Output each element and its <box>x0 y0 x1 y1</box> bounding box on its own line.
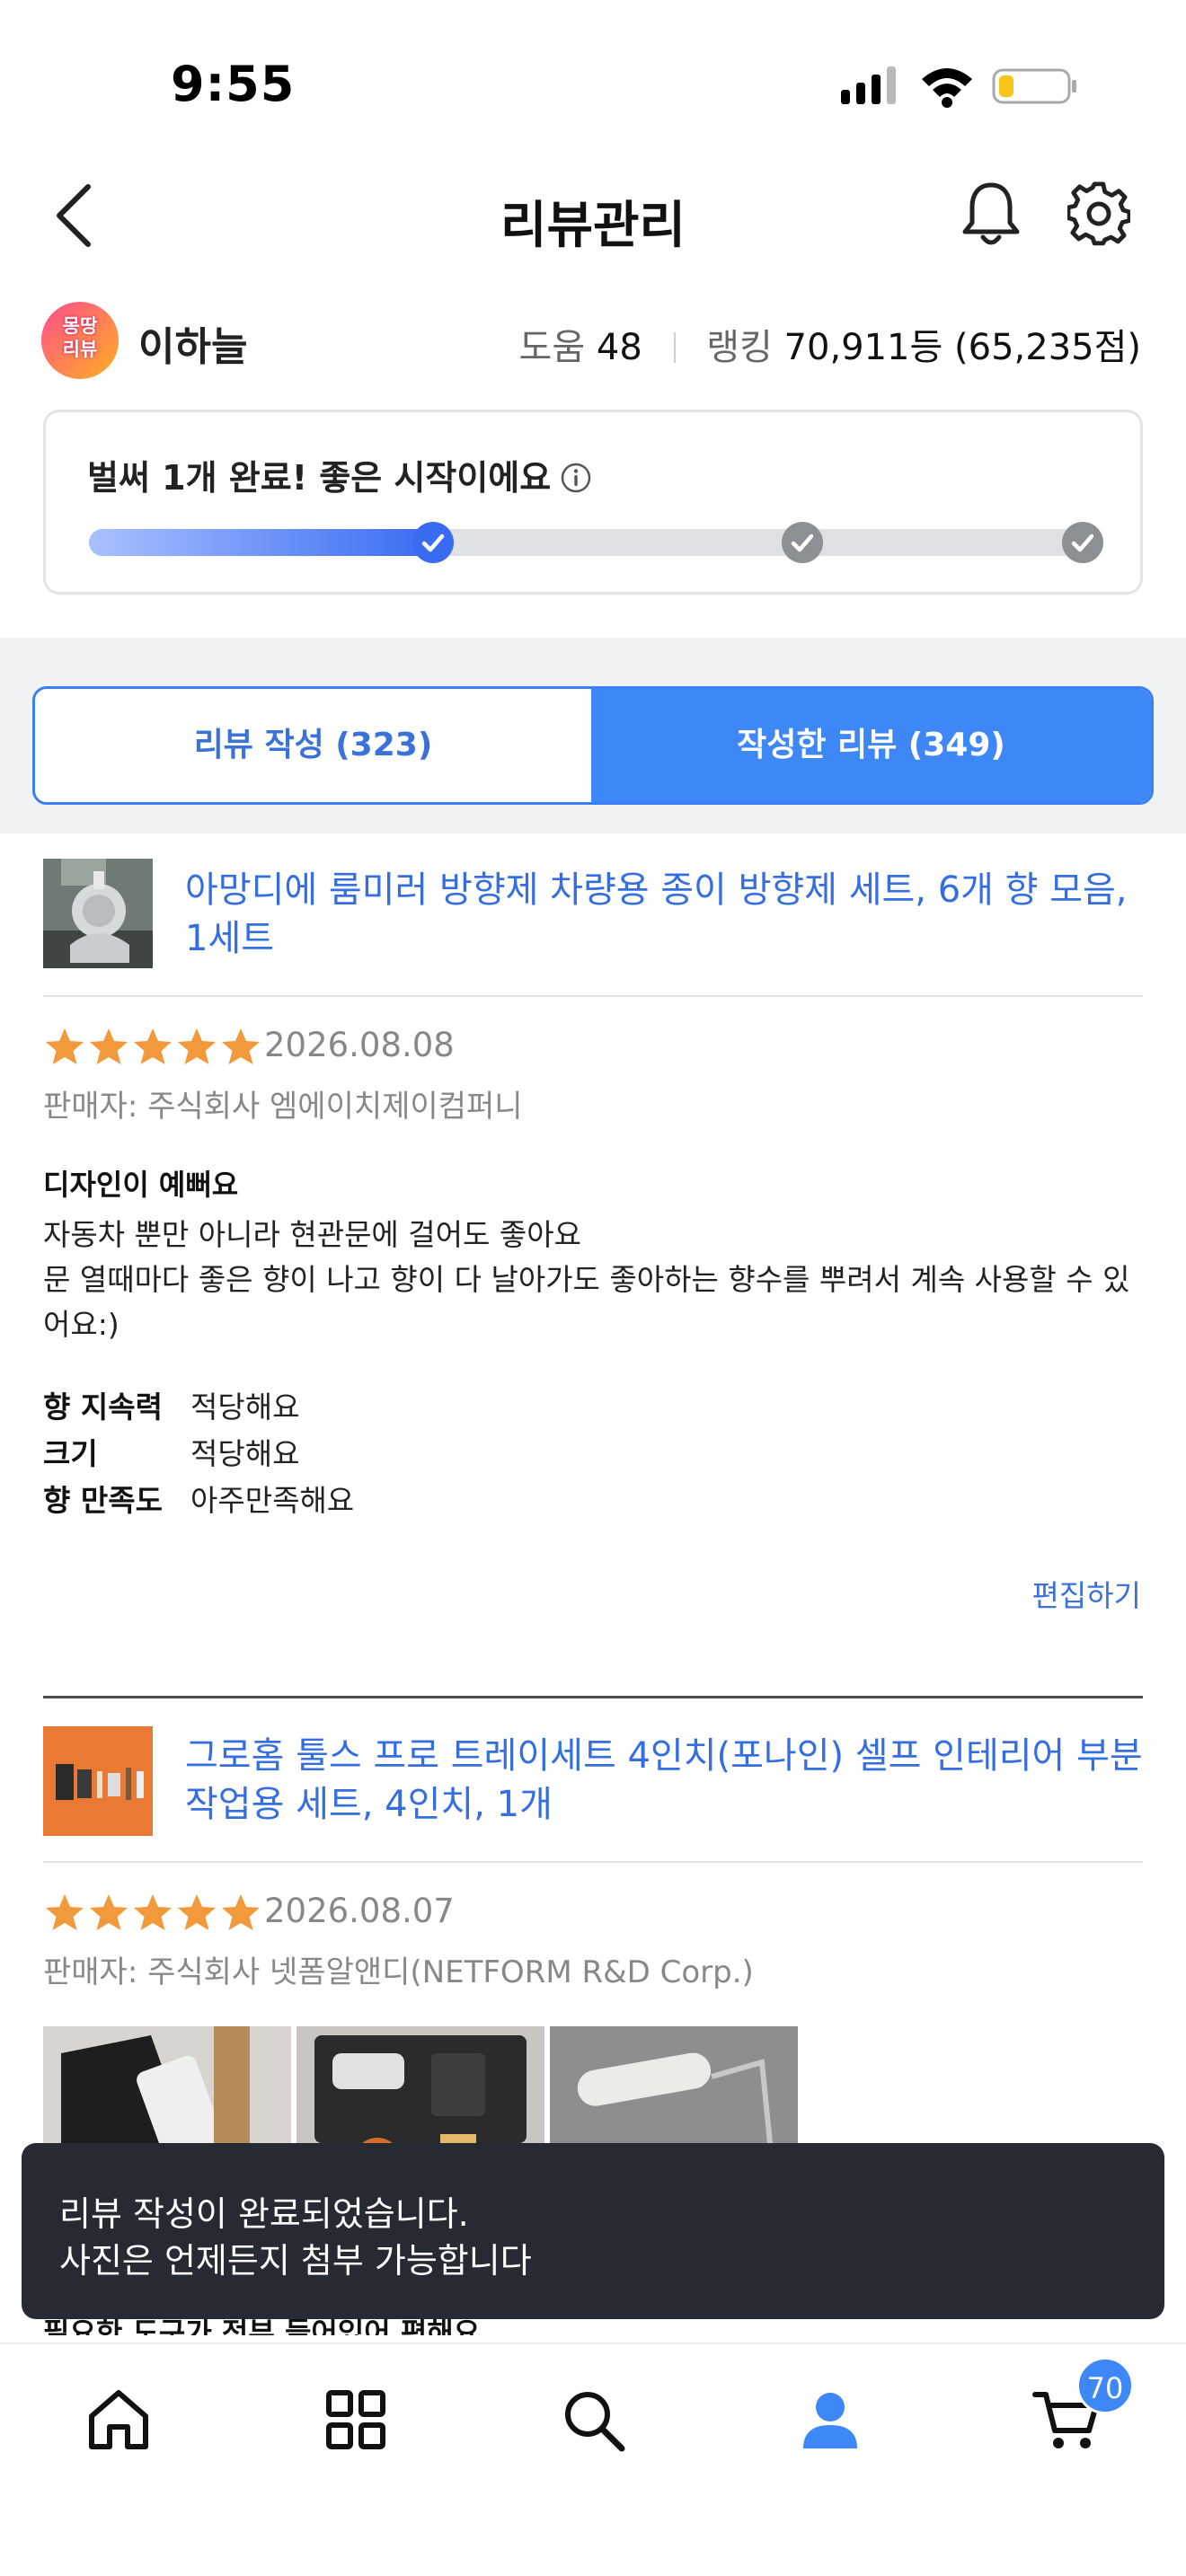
star-icon <box>222 1894 260 1930</box>
star-icon <box>178 1028 216 1064</box>
review-body-line-2: 문 열때마다 좋은 향이 나고 향이 다 날아가도 좋아하는 향수를 뿌려서 계… <box>43 1262 1130 1342</box>
attribute-key: 크기 <box>43 1436 98 1471</box>
attribute-value: 적당해요 <box>190 1389 300 1425</box>
product-thumbnail[interactable] <box>43 859 153 968</box>
star-rating <box>43 1026 263 1069</box>
bottom-navigation <box>0 2342 1186 2576</box>
star-icon <box>134 1894 172 1930</box>
category-grid-icon[interactable] <box>320 2384 392 2456</box>
home-icon[interactable] <box>83 2384 155 2456</box>
help-label: 도움 <box>518 327 586 368</box>
attribute-value: 아주만족해요 <box>190 1483 355 1518</box>
toast-notification: 리뷰 작성이 완료되었습니다. 사진은 언제든지 첨부 가능합니다 <box>22 2143 1164 2319</box>
info-icon[interactable] <box>560 462 592 494</box>
edit-review-link[interactable]: 편집하기 <box>1032 1572 1141 1615</box>
star-icon <box>222 1028 260 1064</box>
wifi-icon <box>922 68 972 108</box>
progress-step-2 <box>781 521 824 564</box>
profile-name: 이하늘 <box>138 324 248 370</box>
cart-count-badge: 70 <box>1076 2357 1134 2414</box>
review-attribute-row: 향 지속력 적당해요 <box>43 1383 299 1426</box>
seller-name: 판매자: 주식회사 엠에이치제이컴퍼니 <box>43 1089 523 1125</box>
star-icon <box>90 1028 128 1064</box>
ranking-label: 랭킹 <box>706 327 773 368</box>
avatar-label: 몽땅 리뷰 <box>62 315 98 360</box>
star-icon <box>178 1894 216 1930</box>
progress-step-3 <box>1061 521 1104 564</box>
review-date: 2026.08.08 <box>264 1026 455 1064</box>
star-icon <box>90 1894 128 1930</box>
status-bar: 9:55 <box>0 0 1186 162</box>
progress-step-1 <box>412 521 455 564</box>
review-tabs: 리뷰 작성 (323) 작성한 리뷰 (349) <box>32 686 1154 805</box>
avatar[interactable]: 몽땅 리뷰 <box>41 302 119 379</box>
review-body-line-1: 자동차 뿐만 아니라 현관문에 걸어도 좋아요 <box>43 1217 581 1252</box>
seller-name: 판매자: 주식회사 넷폼알앤디(NETFORM R&D Corp.) <box>43 1954 754 1990</box>
product-title-link[interactable]: 그로홈 툴스 프로 트레이세트 4인치(포나인) 셀프 인테리어 부분 작업용 … <box>185 1732 1155 1829</box>
review-headline: 디자인이 예뻐요 <box>43 1168 239 1202</box>
product-title-link[interactable]: 아망디에 룸미러 방향제 차량용 종이 방향제 세트, 6개 향 모음, 1세트 <box>185 866 1155 963</box>
star-icon <box>46 1028 84 1064</box>
profile-row: 몽땅 리뷰 이하늘 도움 48 랭킹 70,911등 (65,235점) <box>0 296 1186 386</box>
tab-write-review[interactable]: 리뷰 작성 (323) <box>35 689 591 802</box>
progress-track <box>89 522 1103 563</box>
battery-icon <box>992 68 1076 104</box>
gear-icon[interactable] <box>1067 181 1130 246</box>
stats-divider <box>673 332 676 363</box>
tab-written-reviews[interactable]: 작성한 리뷰 (349) <box>591 689 1151 802</box>
star-icon <box>46 1894 84 1930</box>
progress-message-text: 벌써 1개 완료! 좋은 시작이에요 <box>87 458 552 498</box>
star-icon <box>134 1028 172 1064</box>
section-divider <box>43 1861 1143 1863</box>
toast-line-1: 리뷰 작성이 완료되었습니다. <box>59 2194 469 2234</box>
section-divider <box>43 995 1143 997</box>
attribute-key: 향 지속력 <box>43 1389 163 1425</box>
product-thumbnail[interactable] <box>43 1726 153 1836</box>
progress-message: 벌써 1개 완료! 좋은 시작이에요 <box>87 450 592 499</box>
attribute-value: 적당해요 <box>190 1436 300 1471</box>
help-count: 48 <box>596 327 642 368</box>
progress-fill <box>89 529 433 556</box>
user-icon[interactable] <box>794 2384 866 2456</box>
review-attribute-row: 향 만족도 아주만족해요 <box>43 1477 354 1520</box>
toast-line-2: 사진은 언제든지 첨부 가능합니다 <box>59 2241 532 2280</box>
review-attribute-row: 크기 적당해요 <box>43 1430 299 1473</box>
star-rating <box>43 1892 263 1935</box>
progress-card: 벌써 1개 완료! 좋은 시작이에요 <box>43 410 1143 595</box>
attribute-key: 향 만족도 <box>43 1483 163 1518</box>
search-icon[interactable] <box>557 2384 629 2456</box>
bell-icon[interactable] <box>960 178 1022 250</box>
profile-stats: 도움 48 랭킹 70,911등 (65,235점) <box>519 318 1141 370</box>
review-date: 2026.08.07 <box>264 1892 455 1930</box>
cellular-signal-icon <box>841 66 896 104</box>
review-separator <box>43 1696 1143 1698</box>
app-header: 리뷰관리 <box>0 162 1186 278</box>
ranking-value: 70,911등 (65,235점) <box>783 327 1141 368</box>
status-time: 9:55 <box>171 56 296 112</box>
